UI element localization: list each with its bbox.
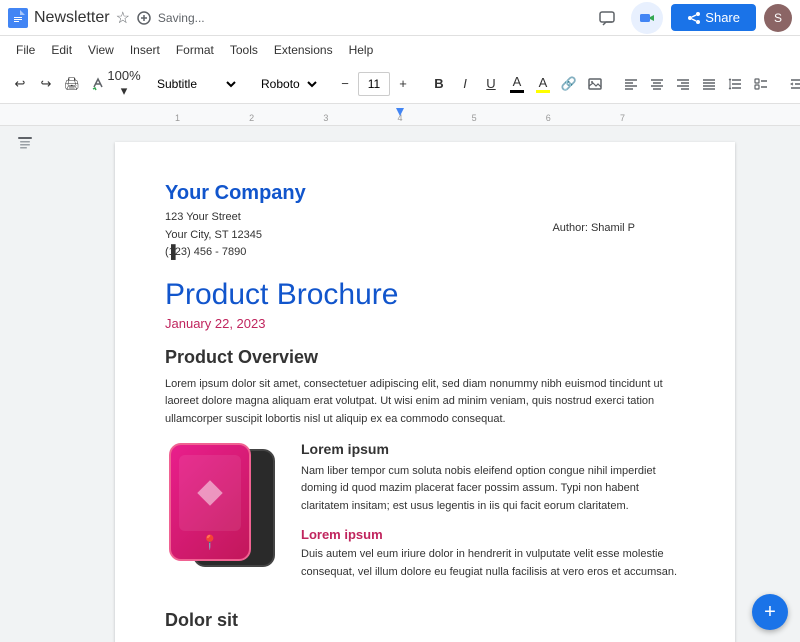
company-name: Your Company [165, 182, 685, 205]
redo-button[interactable]: ↪ [34, 70, 58, 98]
lorem-title-1: Lorem ipsum [301, 441, 685, 457]
phone-image: 📍 [165, 441, 285, 571]
brochure-title: Product Brochure [165, 278, 685, 312]
align-right[interactable] [671, 70, 695, 98]
doc-icon [8, 8, 28, 28]
menu-format[interactable]: Format [168, 39, 222, 61]
menu-tools[interactable]: Tools [222, 39, 266, 61]
font-size-decrease[interactable]: − [333, 70, 357, 98]
align-justify[interactable] [697, 70, 721, 98]
text-color-button[interactable]: A [505, 70, 529, 98]
col-text-right: Lorem ipsum Nam liber tempor cum soluta … [301, 441, 685, 594]
lorem-title-2: Lorem ipsum [301, 527, 685, 542]
dolor-section: Dolor sit Lorem ipsum dolor sit amet, co… [165, 610, 685, 642]
highlight-color-button[interactable]: A [531, 70, 555, 98]
menu-extensions[interactable]: Extensions [266, 39, 341, 61]
decrease-indent[interactable] [785, 70, 800, 98]
bottom-two-col: Lorem ipsum dolor sit amet, consectetuer… [165, 639, 685, 642]
menu-help[interactable]: Help [341, 39, 382, 61]
link-button[interactable]: 🔗 [557, 70, 581, 98]
move-icon [136, 10, 152, 26]
dolor-col-2: aliquam erat volutpat. Ut wisi enim ad m… [433, 639, 685, 642]
outline-icon[interactable] [16, 134, 34, 157]
lorem-body-2: Duis autem vel eum iriure dolor in hendr… [301, 546, 685, 581]
author-line: Author: Shamil P [552, 222, 635, 234]
underline-button[interactable]: U [479, 70, 503, 98]
line-spacing[interactable] [723, 70, 747, 98]
menu-edit[interactable]: Edit [43, 39, 80, 61]
menu-bar: File Edit View Insert Format Tools Exten… [0, 36, 800, 64]
font-family-select[interactable]: RobotoArial [252, 71, 321, 97]
share-button[interactable]: Share [671, 4, 756, 31]
lorem-body-1: Nam liber tempor cum soluta nobis eleife… [301, 463, 685, 516]
font-size-input[interactable] [358, 72, 390, 96]
undo-button[interactable]: ↩ [8, 70, 32, 98]
company-address: 123 Your Street Your City, ST 12345 (123… [165, 209, 685, 262]
align-left[interactable] [619, 70, 643, 98]
zoom-select[interactable]: 100% ▾ [112, 70, 136, 98]
main-area: ▌ Your Company 123 Your Street Your City… [0, 126, 800, 642]
italic-button[interactable]: I [453, 70, 477, 98]
comments-icon[interactable] [591, 2, 623, 34]
two-col-section: 📍 Lorem ipsum Nam liber tempor cum solut… [165, 441, 685, 594]
checklist[interactable] [749, 70, 773, 98]
align-center[interactable] [645, 70, 669, 98]
doc-header: Your Company 123 Your Street Your City, … [165, 182, 685, 262]
saving-text: Saving... [158, 11, 205, 25]
print-button[interactable]: 🖨 [60, 70, 84, 98]
ruler: 1234567 [0, 104, 800, 126]
document-page: ▌ Your Company 123 Your Street Your City… [115, 142, 735, 642]
doc-title: Newsletter [34, 9, 110, 27]
overview-title: Product Overview [165, 347, 685, 368]
toolbar: ↩ ↪ 🖨 100% ▾ SubtitleNormal textHeading … [0, 64, 800, 104]
font-size-increase[interactable]: + [391, 70, 415, 98]
bold-button[interactable]: B [427, 70, 451, 98]
doc-date: January 22, 2023 [165, 316, 685, 331]
menu-view[interactable]: View [80, 39, 122, 61]
title-bar-left: Newsletter ☆ Saving... [8, 8, 591, 28]
sidebar-left [0, 126, 50, 642]
overview-text: Lorem ipsum dolor sit amet, consectetuer… [165, 376, 685, 429]
document-area: ▌ Your Company 123 Your Street Your City… [50, 126, 800, 642]
menu-insert[interactable]: Insert [122, 39, 168, 61]
title-bar: Newsletter ☆ Saving... Share S [0, 0, 800, 36]
google-meet-icon[interactable] [631, 2, 663, 34]
user-avatar[interactable]: S [764, 4, 792, 32]
image-button[interactable] [583, 70, 607, 98]
paragraph-style-select[interactable]: SubtitleNormal textHeading 1 [148, 71, 240, 97]
dolor-title: Dolor sit [165, 610, 685, 631]
floating-action-button[interactable]: + [752, 594, 788, 630]
font-size-box: − + [333, 70, 415, 98]
menu-file[interactable]: File [8, 39, 43, 61]
star-icon[interactable]: ☆ [116, 8, 130, 28]
dolor-col-1: Lorem ipsum dolor sit amet, consectetuer… [165, 639, 417, 642]
title-bar-right: Share S [591, 2, 792, 34]
